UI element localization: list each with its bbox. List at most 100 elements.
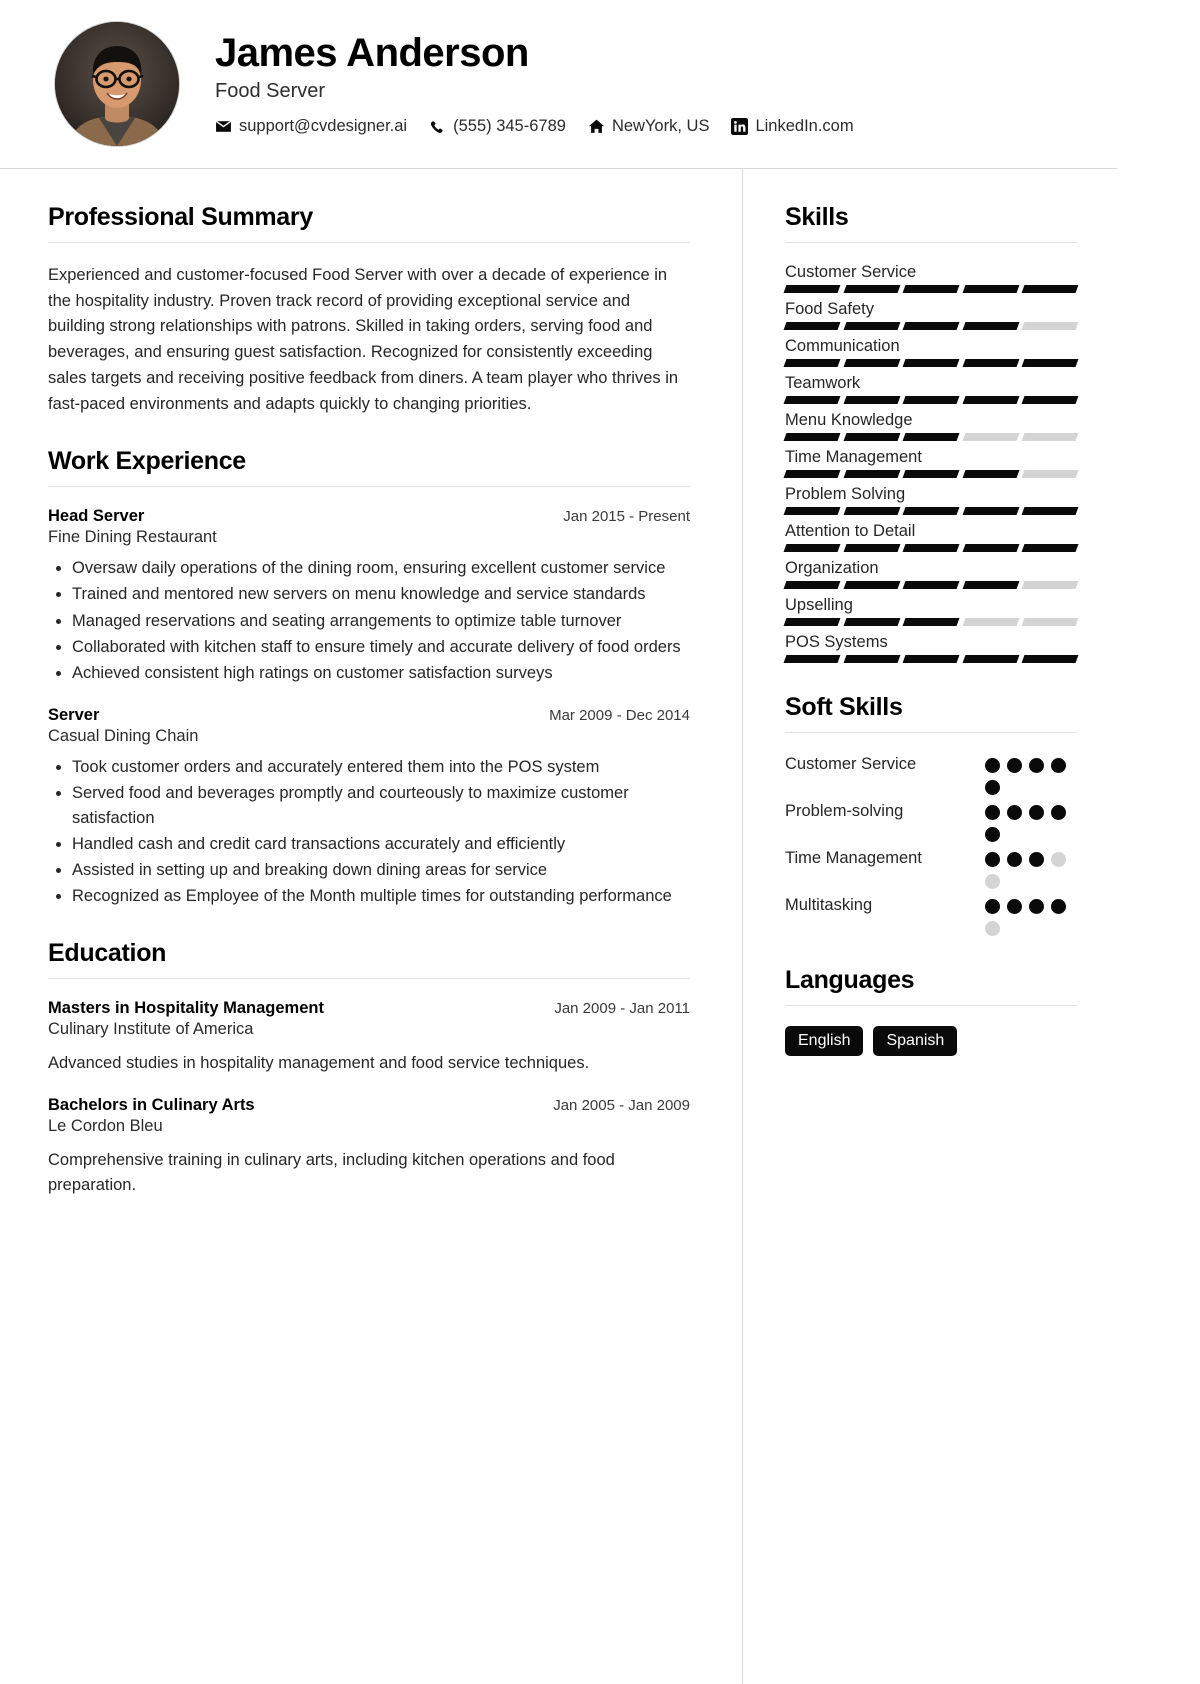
summary-heading: Professional Summary [48,203,313,231]
work-bullet: Served food and beverages promptly and c… [72,781,690,831]
skill-segment [1021,581,1079,589]
skill-row: POS Systems [783,633,1079,663]
work-entry-head: Head Server Jan 2015 - Present [48,507,690,526]
work-bullet: Collaborated with kitchen staff to ensur… [72,635,690,660]
soft-skill-dots [985,800,1077,842]
home-icon [588,118,605,135]
education-entries: Masters in Hospitality Management Jan 20… [48,999,690,1197]
skill-bar [783,618,1079,626]
soft-skill-dot [1051,852,1066,867]
soft-skill-dot [1029,852,1044,867]
skill-name: Time Management [785,448,922,466]
work-company: Fine Dining Restaurant [48,528,217,547]
linkedin-icon [731,118,749,135]
soft-skill-name: Customer Service [785,755,917,773]
education-degree: Masters in Hospitality Management [48,999,324,1018]
skill-segment [962,470,1019,478]
education-description: Comprehensive training in culinary arts,… [48,1151,615,1194]
section-education: Education Masters in Hospitality Managem… [48,939,690,1197]
skill-segment [962,359,1019,367]
work-bullet: Recognized as Employee of the Month mult… [72,884,690,909]
soft-skill-row: Problem-solving [785,800,1077,842]
section-skills: Skills Customer Service Food Safety Comm… [783,203,1079,663]
sidebar-column: Skills Customer Service Food Safety Comm… [742,169,1117,1684]
skill-name: Organization [785,559,879,577]
skill-row: Time Management [783,448,1079,478]
skill-segment [1021,396,1079,404]
work-bullet: Handled cash and credit card transaction… [72,832,690,857]
skill-bar [783,655,1079,663]
skill-segment [902,544,960,552]
header-text: James Anderson Food Server support@cvdes… [215,32,854,136]
soft-skills-list: Customer Service Problem-solving Time Ma… [785,753,1077,936]
soft-skill-dot [985,874,1000,889]
contact-row: support@cvdesigner.ai (555) 345-6789 New… [215,117,854,136]
candidate-job-title: Food Server [215,80,326,102]
skill-segment [962,581,1019,589]
soft-skill-dot [1051,805,1066,820]
contact-location[interactable]: NewYork, US [588,117,709,136]
work-entry: Server Mar 2009 - Dec 2014 Casual Dining… [48,706,690,909]
soft-skill-dot [1029,758,1044,773]
soft-skill-dots [985,753,1077,795]
section-work-experience: Work Experience Head Server Jan 2015 - P… [48,447,690,909]
skill-segment [843,433,900,441]
skill-segment [1021,470,1079,478]
soft-skill-dot [1051,758,1066,773]
contact-email[interactable]: support@cvdesigner.ai [215,117,407,136]
skill-segment [962,618,1019,626]
skills-heading: Skills [785,203,849,231]
skill-segment [1021,655,1079,663]
skill-segment [1021,285,1079,293]
skill-row: Organization [783,559,1079,589]
soft-skill-dot [1007,758,1022,773]
skill-row: Teamwork [783,374,1079,404]
skill-name: POS Systems [785,633,888,651]
soft-skill-name: Time Management [785,849,922,867]
skill-segment [962,507,1019,515]
skill-segment [843,396,900,404]
phone-icon [429,118,446,135]
soft-skill-name: Multitasking [785,896,873,914]
skill-row: Customer Service [783,263,1079,293]
skill-segment [962,655,1019,663]
skill-bar [783,396,1079,404]
contact-phone-text: (555) 345-6789 [453,117,566,135]
soft-skill-dot [1007,852,1022,867]
skill-bar [783,285,1079,293]
skill-row: Menu Knowledge [783,411,1079,441]
work-bullet: Trained and mentored new servers on menu… [72,582,690,607]
soft-skill-dot [985,805,1000,820]
section-professional-summary: Professional Summary Experienced and cus… [48,203,690,417]
contact-phone[interactable]: (555) 345-6789 [429,117,566,136]
skill-name: Menu Knowledge [785,411,913,429]
skill-segment [1021,544,1079,552]
skill-segment [902,322,960,330]
skill-segment [902,470,960,478]
skill-segment [902,618,960,626]
skill-segment [843,618,900,626]
skill-segment [783,433,841,441]
contact-linkedin[interactable]: LinkedIn.com [731,117,854,136]
soft-skill-dot [985,758,1000,773]
soft-skill-dot [985,827,1000,842]
skill-bar [783,470,1079,478]
skill-segment [902,433,960,441]
languages-list: English Spanish [785,1026,1077,1057]
work-entries: Head Server Jan 2015 - Present Fine Dini… [48,507,690,909]
skill-name: Problem Solving [785,485,906,503]
soft-skill-dot [1029,899,1044,914]
work-divider [48,486,690,488]
soft-skill-row: Multitasking [785,894,1077,936]
skills-list: Customer Service Food Safety Communicati… [783,263,1079,663]
work-bullet: Took customer orders and accurately ente… [72,755,690,780]
soft-skill-dot [1007,899,1022,914]
education-heading: Education [48,939,167,968]
skill-segment [843,470,900,478]
soft-skills-heading: Soft Skills [785,693,903,721]
resume-page: James Anderson Food Server support@cvdes… [0,0,1117,1684]
skill-segment [783,285,841,293]
soft-skill-dots [985,847,1077,889]
work-entry-head: Server Mar 2009 - Dec 2014 [48,706,690,725]
skill-segment [902,507,960,515]
